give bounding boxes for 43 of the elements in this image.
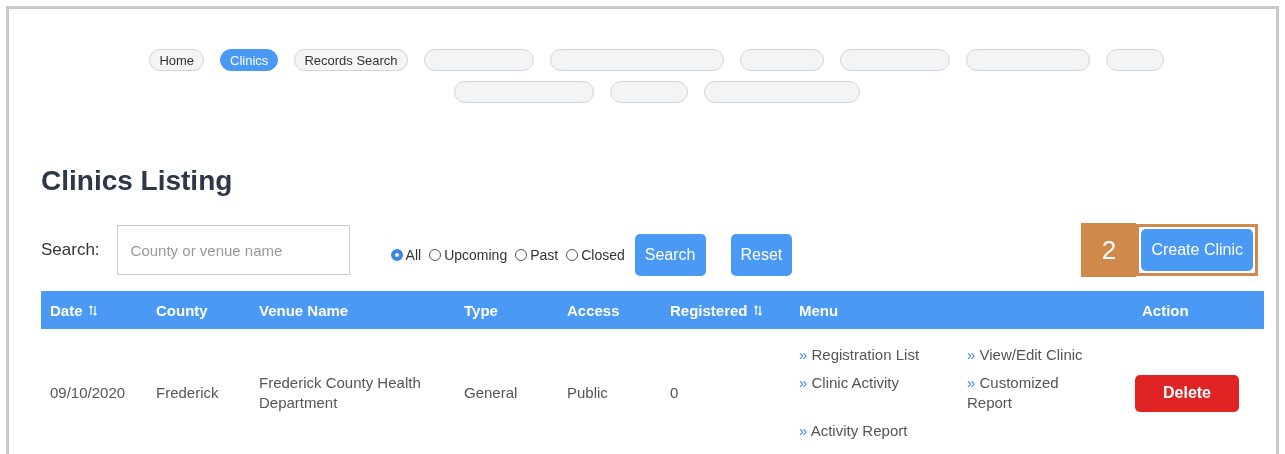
redacted-nav-link[interactable] bbox=[965, 49, 1090, 71]
table-cell-text: General bbox=[463, 383, 519, 403]
radio-icon[interactable] bbox=[390, 249, 403, 261]
table-cell-text: 09/10/2020 bbox=[49, 383, 127, 403]
redacted-nav-link[interactable] bbox=[549, 49, 724, 71]
table-cell-text: Frederick County Health Department bbox=[258, 373, 422, 413]
nav-link[interactable]: Records Search bbox=[294, 49, 408, 71]
redacted-nav-link[interactable] bbox=[423, 49, 534, 71]
menu-link[interactable]: » Registration List bbox=[799, 345, 967, 365]
filter-radio[interactable]: Upcoming bbox=[429, 247, 508, 263]
menu-link[interactable]: » View/Edit Clinic bbox=[967, 345, 1092, 365]
redacted-nav-link[interactable] bbox=[453, 81, 594, 103]
radio-icon[interactable] bbox=[515, 249, 528, 261]
radio-icon[interactable] bbox=[566, 249, 579, 261]
filter-radio[interactable]: Past bbox=[515, 247, 559, 263]
table-cell-text: Public bbox=[566, 383, 609, 403]
sort-icon[interactable] bbox=[88, 304, 97, 316]
column-header: Access bbox=[566, 301, 621, 319]
callout-badge: 2 bbox=[1081, 223, 1137, 277]
filter-radio[interactable]: All bbox=[390, 247, 422, 263]
radio-icon[interactable] bbox=[429, 249, 442, 261]
menu-link[interactable]: » Clinic Activity bbox=[799, 373, 967, 413]
redacted-nav-link[interactable] bbox=[1105, 49, 1164, 71]
column-header: Menu bbox=[798, 301, 840, 319]
column-header: Venue Name bbox=[258, 301, 350, 319]
column-header: Type bbox=[463, 301, 499, 319]
filter-radio[interactable]: Closed bbox=[566, 247, 625, 263]
delete-button[interactable]: Delete bbox=[1135, 374, 1239, 412]
redacted-nav-link[interactable] bbox=[839, 49, 950, 71]
search-field[interactable]: County or venue name bbox=[116, 225, 350, 275]
table-cell-text: Frederick bbox=[155, 383, 220, 403]
column-header: Action bbox=[1141, 301, 1190, 319]
redacted-nav-link[interactable] bbox=[739, 49, 824, 71]
page-title: Clinics Listing bbox=[41, 165, 234, 197]
redacted-nav-link[interactable] bbox=[703, 81, 860, 103]
menu-link[interactable]: » Customized Report bbox=[967, 373, 1092, 413]
search-label: Search: bbox=[41, 240, 100, 260]
column-header: County bbox=[155, 301, 209, 319]
sort-icon[interactable] bbox=[753, 304, 762, 316]
menu-link[interactable]: » Activity Report bbox=[799, 421, 967, 441]
nav-link[interactable]: Home bbox=[149, 49, 205, 71]
redacted-nav-link[interactable] bbox=[609, 81, 688, 103]
table-cell-text: 0 bbox=[669, 383, 680, 403]
